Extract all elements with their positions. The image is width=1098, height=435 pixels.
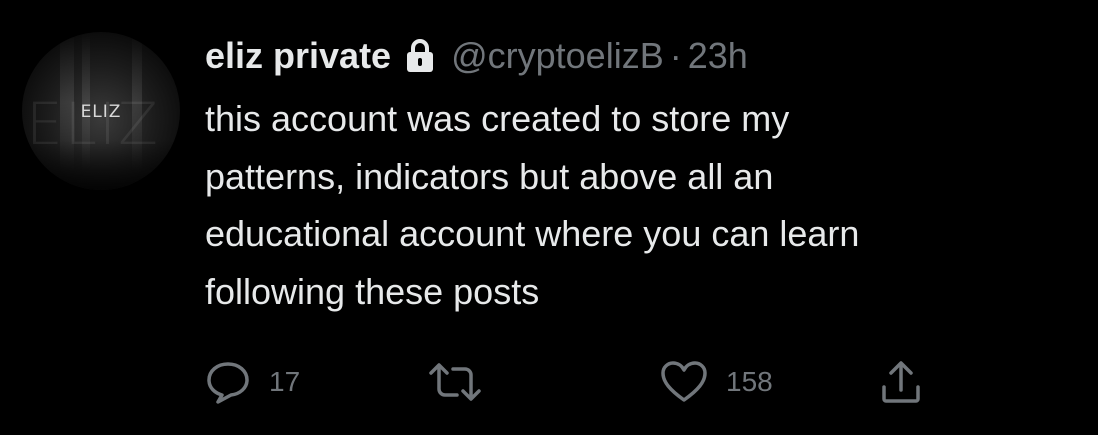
share-icon (882, 361, 920, 403)
heart-icon (661, 361, 707, 402)
tweet[interactable]: ELIZ ELIZ eliz private @cryptoelizB · 23… (0, 0, 1098, 435)
reply-count: 17 (269, 366, 301, 397)
retweet-icon (429, 363, 481, 401)
lock-icon (405, 38, 435, 74)
reply-button[interactable]: 17 (205, 357, 300, 407)
tweet-timestamp[interactable]: 23h (688, 35, 748, 77)
reply-icon (207, 362, 249, 404)
retweet-button[interactable] (427, 357, 501, 407)
avatar[interactable]: ELIZ ELIZ (22, 32, 180, 190)
like-button[interactable]: 158 (660, 357, 773, 407)
like-count: 158 (726, 366, 773, 397)
user-handle[interactable]: @cryptoelizB (451, 35, 664, 77)
display-name[interactable]: eliz private (205, 35, 391, 77)
avatar-logo-text: ELIZ (80, 102, 122, 122)
separator-dot: · (669, 35, 682, 76)
tweet-actions: 17 158 (205, 357, 1085, 407)
share-button[interactable] (879, 357, 923, 407)
tweet-header: eliz private @cryptoelizB · 23h (205, 30, 748, 82)
avatar-floor-shadow (22, 140, 180, 190)
tweet-text: this account was created to store my pat… (205, 98, 860, 312)
